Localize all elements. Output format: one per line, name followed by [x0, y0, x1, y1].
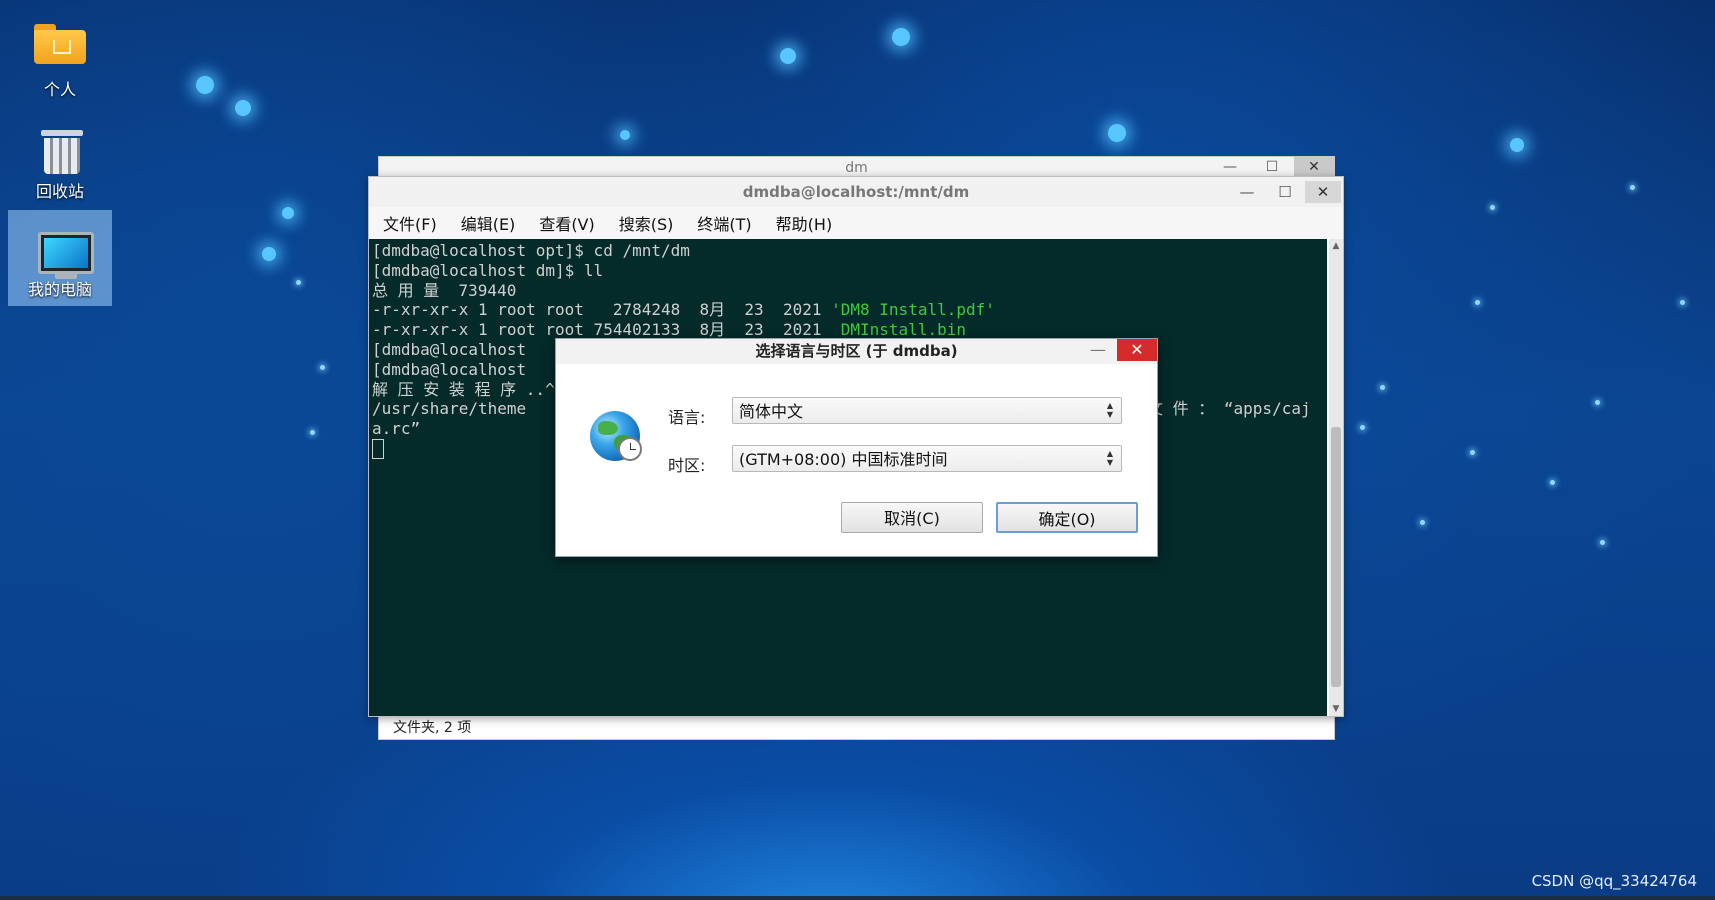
- home-folder-icon: [34, 24, 86, 64]
- terminal-line: [dmdba@localhost dm]$ ll: [372, 260, 604, 280]
- terminal-line: [dmdba@localhost opt]$ cd /mnt/dm: [372, 241, 690, 260]
- spinner-arrows-icon: ▲ ▼: [1106, 449, 1113, 467]
- terminal-line: -r-xr-xr-x 1 root root 754402133 8月 23 2…: [372, 320, 966, 340]
- menu-help[interactable]: 帮助(H): [776, 211, 833, 235]
- maximize-button[interactable]: ☐: [1252, 157, 1292, 177]
- scrollbar-thumb[interactable]: [1331, 427, 1341, 687]
- minimize-button[interactable]: —: [1210, 157, 1250, 177]
- window-title: dmdba@localhost:/mnt/dm: [742, 183, 970, 201]
- terminal-line: -r-xr-xr-x 1 root root 2784248 8月 23 202…: [372, 300, 995, 320]
- language-timezone-dialog[interactable]: 选择语言与时区 (于 dmdba) — ✕ 语言: 简体中文 ▲ ▼ 时区: (G…: [555, 338, 1158, 557]
- ok-button[interactable]: 确定(O): [996, 502, 1138, 533]
- language-label: 语言:: [668, 408, 706, 427]
- menu-file[interactable]: 文件(F): [383, 211, 437, 235]
- window-title: dm: [379, 157, 1334, 177]
- scroll-down-icon[interactable]: ▼: [1329, 702, 1343, 716]
- terminal-line-tail: 文 件 ： “apps/caj: [1147, 399, 1311, 419]
- clock-icon: [618, 437, 642, 461]
- close-button[interactable]: ✕: [1294, 157, 1334, 177]
- watermark: CSDN @qq_33424764: [1531, 872, 1697, 890]
- terminal-title-bar: dmdba@localhost:/mnt/dm — ☐ ✕: [369, 177, 1343, 207]
- cancel-button[interactable]: 取消(C): [841, 502, 983, 533]
- maximize-button[interactable]: ☐: [1267, 181, 1303, 203]
- desktop-icon-label: 个人: [43, 80, 76, 99]
- menu-view[interactable]: 查看(V): [539, 211, 594, 235]
- status-bar: 文件夹, 2 项: [393, 720, 472, 736]
- menu-edit[interactable]: 编辑(E): [461, 211, 516, 235]
- language-value: 简体中文: [739, 402, 804, 421]
- desktop-icon-personal[interactable]: 个人: [8, 10, 112, 106]
- desktop-icon-recycle-bin[interactable]: 回收站: [8, 112, 112, 208]
- desktop-icon-label: 回收站: [35, 182, 84, 201]
- minimize-button[interactable]: —: [1083, 339, 1113, 363]
- close-button[interactable]: ✕: [1305, 181, 1341, 203]
- terminal-line: 总 用 量 739440: [372, 280, 517, 300]
- taskbar[interactable]: [0, 896, 1715, 900]
- computer-icon: [38, 232, 94, 279]
- file-name: 'DM8 Install.pdf': [831, 300, 995, 320]
- scroll-up-icon[interactable]: ▲: [1329, 239, 1343, 253]
- timezone-label: 时区:: [668, 456, 706, 475]
- menu-search[interactable]: 搜索(S): [619, 211, 674, 235]
- terminal-scrollbar[interactable]: ▲ ▼: [1329, 239, 1343, 716]
- language-select[interactable]: 简体中文 ▲ ▼: [732, 397, 1122, 424]
- desktop-icon-label: 我的电脑: [27, 280, 92, 299]
- desktop-icon-my-computer[interactable]: 我的电脑: [8, 210, 112, 306]
- dialog-title: 选择语言与时区 (于 dmdba): [556, 339, 1157, 364]
- file-name: DMInstall.bin: [840, 320, 966, 340]
- menu-bar: 文件(F) 编辑(E) 查看(V) 搜索(S) 终端(T) 帮助(H): [369, 207, 1343, 239]
- spinner-arrows-icon: ▲ ▼: [1106, 401, 1113, 419]
- timezone-select[interactable]: (GTM+08:00) 中国标准时间 ▲ ▼: [732, 445, 1122, 472]
- close-button[interactable]: ✕: [1117, 339, 1157, 361]
- minimize-button[interactable]: —: [1229, 181, 1265, 203]
- menu-terminal[interactable]: 终端(T): [697, 211, 751, 235]
- trash-icon: [41, 130, 83, 174]
- timezone-value: (GTM+08:00) 中国标准时间: [739, 450, 948, 469]
